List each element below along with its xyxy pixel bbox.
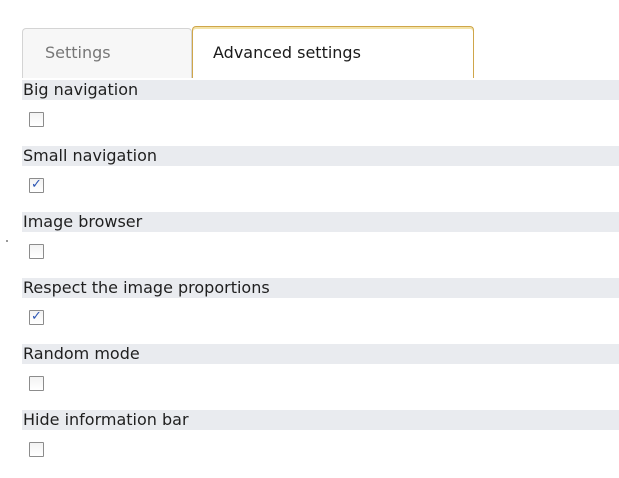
hide-info-bar-checkbox[interactable]	[29, 442, 44, 457]
option-label: Image browser	[22, 212, 619, 232]
checkmark-icon: ✓	[31, 309, 42, 324]
options-list: Big navigation Small navigation ✓ Image …	[22, 80, 619, 476]
big-navigation-checkbox[interactable]	[29, 112, 44, 127]
checkmark-icon: ✓	[31, 177, 42, 192]
option-image-browser: Image browser	[22, 212, 619, 278]
option-respect-proportions: Respect the image proportions ✓	[22, 278, 619, 344]
option-label: Small navigation	[22, 146, 619, 166]
option-label: Hide information bar	[22, 410, 619, 430]
option-label: Random mode	[22, 344, 619, 364]
tab-bar: Settings Advanced settings	[22, 26, 619, 80]
option-big-navigation: Big navigation	[22, 80, 619, 146]
option-hide-info-bar: Hide information bar	[22, 410, 619, 476]
random-mode-checkbox[interactable]	[29, 376, 44, 391]
respect-proportions-checkbox[interactable]: ✓	[29, 309, 44, 325]
option-small-navigation: Small navigation ✓	[22, 146, 619, 212]
image-browser-checkbox[interactable]	[29, 244, 44, 259]
settings-panel: Settings Advanced settings Big navigatio…	[0, 0, 619, 478]
tab-settings[interactable]: Settings	[22, 28, 192, 78]
tab-advanced-settings[interactable]: Advanced settings	[192, 26, 474, 78]
option-label: Respect the image proportions	[22, 278, 619, 298]
option-random-mode: Random mode	[22, 344, 619, 410]
stray-dot	[6, 240, 8, 242]
small-navigation-checkbox[interactable]: ✓	[29, 177, 44, 193]
option-label: Big navigation	[22, 80, 619, 100]
